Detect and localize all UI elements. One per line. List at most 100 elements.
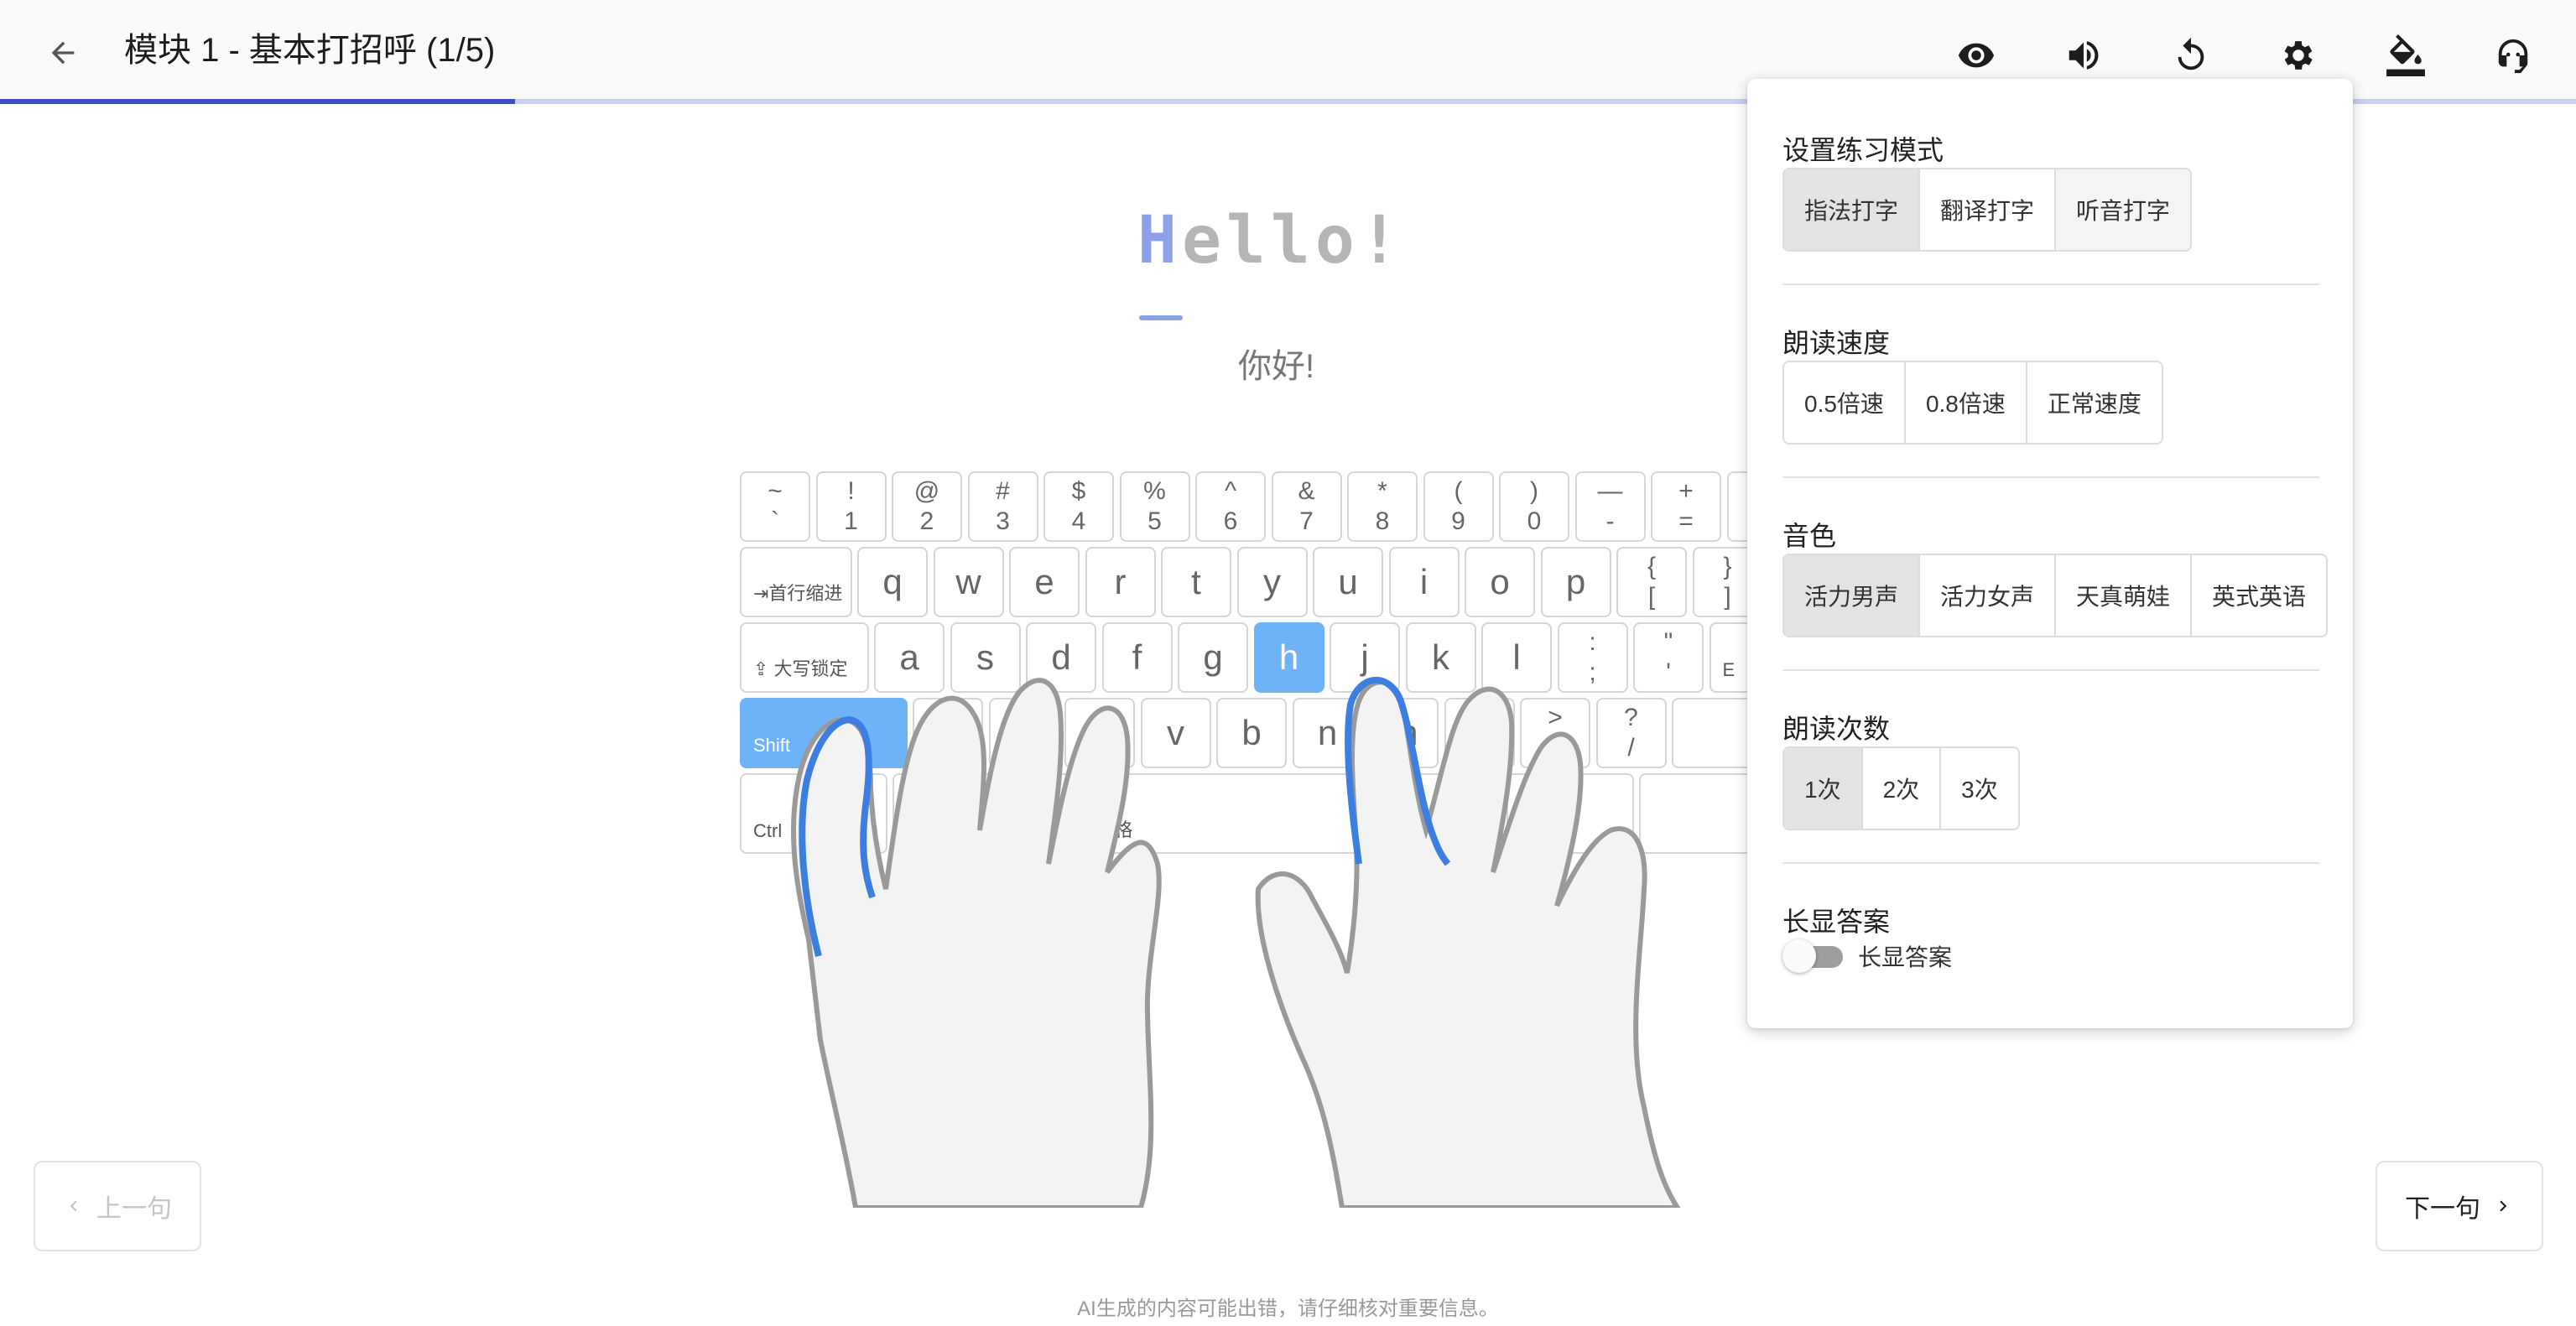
key: ) 0 xyxy=(1499,471,1569,542)
key: ^ 6 xyxy=(1195,471,1266,542)
key: #3 xyxy=(967,471,1038,542)
translation-text: 你好! xyxy=(1238,348,1315,385)
key: ~ ` xyxy=(740,471,810,542)
settings-panel: 设置练习模式 指法打字 翻译打字 听音打字 朗读速度 0.5倍速 0.8倍速 正常速度 … xyxy=(1747,79,2353,1028)
key-shift-symbol: # xyxy=(996,477,1010,505)
key-shift-symbol: @ xyxy=(913,477,940,505)
eye-icon xyxy=(1958,43,1995,68)
key: w xyxy=(933,547,1004,617)
settings-button[interactable] xyxy=(2275,32,2322,79)
divider xyxy=(1782,669,2319,671)
previous-sentence-button[interactable]: 上一句 xyxy=(34,1161,201,1251)
key-base-symbol: 5 xyxy=(1147,507,1162,535)
progress-fill xyxy=(0,99,516,104)
show-answer-toggle[interactable] xyxy=(1782,938,1845,973)
key-shift-symbol: * xyxy=(1377,477,1387,505)
key-shift-symbol: ! xyxy=(847,477,855,505)
repeat-count-title: 朗读次数 xyxy=(1782,714,1891,744)
reading-speed-group: 0.5倍速 0.8倍速 正常速度 xyxy=(1782,361,2163,445)
key: — - xyxy=(1574,471,1646,542)
divider xyxy=(1782,476,2319,478)
voice-title: 音色 xyxy=(1782,521,1837,551)
speed-option[interactable]: 0.5倍速 xyxy=(1784,362,1906,443)
divider xyxy=(1782,862,2319,864)
key: ! 1 xyxy=(815,471,887,542)
key: + = xyxy=(1651,471,1721,542)
key: p xyxy=(1540,547,1611,617)
sound-button[interactable] xyxy=(2060,32,2107,79)
target-word: Hello! xyxy=(1137,203,1404,278)
voice-option[interactable]: 英式英语 xyxy=(2192,555,2327,636)
mode-option[interactable]: 翻译打字 xyxy=(1920,169,2057,250)
key-shift-symbol: % xyxy=(1143,477,1166,505)
back-button[interactable] xyxy=(42,32,84,74)
key-shift-symbol: & xyxy=(1298,477,1315,505)
key-base-symbol: 2 xyxy=(919,507,934,535)
right-hand xyxy=(1255,676,1681,1208)
headset-icon xyxy=(2498,39,2528,74)
next-sentence-button[interactable]: 下一句 xyxy=(2376,1161,2543,1251)
volume-icon xyxy=(2069,41,2099,70)
toggle-knob xyxy=(1782,939,1816,973)
typing-caret xyxy=(1139,315,1183,320)
key-shift-symbol: ( xyxy=(1454,477,1463,505)
key-base-symbol: 4 xyxy=(1071,507,1086,535)
practice-mode-title: 设置练习模式 xyxy=(1782,135,1944,165)
key: (9 xyxy=(1423,471,1494,542)
key-base-symbol: ] xyxy=(1724,583,1731,611)
current-letter: H xyxy=(1137,203,1182,278)
key-base-symbol: = xyxy=(1678,507,1694,535)
key-shift-symbol: $ xyxy=(1071,477,1086,505)
voice-option[interactable]: 活力女声 xyxy=(1920,555,2057,636)
key: e xyxy=(1009,547,1080,617)
repeat-option[interactable]: 1次 xyxy=(1784,748,1863,829)
practice-mode-group: 指法打字 翻译打字 听音打字 xyxy=(1782,168,2193,252)
key-base-symbol: 1 xyxy=(844,507,858,535)
chevron-right-icon xyxy=(2500,1200,2507,1212)
key: y xyxy=(1236,547,1308,617)
replay-button[interactable] xyxy=(2167,32,2214,79)
right-hand-outline xyxy=(1255,679,1681,1208)
key: {[ xyxy=(1616,547,1687,617)
mode-option[interactable]: 听音打字 xyxy=(2056,169,2191,250)
key-base-symbol: 6 xyxy=(1223,507,1238,535)
ai-disclaimer: AI生成的内容可能出错，请仔细核对重要信息。 xyxy=(1077,1297,1499,1320)
key-shift-symbol: ~ xyxy=(768,477,783,505)
chevron-left-icon xyxy=(70,1200,77,1212)
key: & 7 xyxy=(1271,471,1342,542)
key: i xyxy=(1388,547,1460,617)
key-base-symbol: - xyxy=(1605,507,1615,535)
speed-option[interactable]: 正常速度 xyxy=(2027,362,2162,443)
show-answer-title: 长显答案 xyxy=(1782,907,1891,937)
show-answer-button[interactable] xyxy=(1953,32,2000,79)
key: u xyxy=(1313,547,1383,617)
speed-option[interactable]: 0.8倍速 xyxy=(1905,362,2027,443)
key-base-symbol: 8 xyxy=(1375,507,1390,535)
left-hand-outline xyxy=(790,678,1162,1208)
key-tab: ⇥首行缩进 xyxy=(740,547,852,617)
mode-option[interactable]: 指法打字 xyxy=(1784,169,1921,250)
voice-option[interactable]: 天真萌娃 xyxy=(2056,555,2193,636)
key: * 8 xyxy=(1347,471,1418,542)
key-shift-symbol: + xyxy=(1678,477,1694,505)
repeat-count-group: 1次 2次 3次 xyxy=(1782,746,2020,830)
key-shift-symbol: — xyxy=(1597,477,1623,505)
reading-speed-title: 朗读速度 xyxy=(1782,328,1891,358)
voice-option[interactable]: 活力男声 xyxy=(1784,555,1921,636)
previous-sentence-label: 上一句 xyxy=(96,1195,172,1223)
support-button[interactable] xyxy=(2490,32,2537,79)
key: @2 xyxy=(892,471,962,542)
key-shift-symbol: ) xyxy=(1530,477,1538,505)
repeat-option[interactable]: 3次 xyxy=(1941,748,2018,829)
key: % 5 xyxy=(1119,471,1190,542)
key: $4 xyxy=(1043,471,1114,542)
repeat-option[interactable]: 2次 xyxy=(1862,748,1942,829)
key-base-symbol: 7 xyxy=(1299,507,1314,535)
key-base-symbol: ` xyxy=(771,507,779,535)
key-base-symbol: [ xyxy=(1647,583,1656,611)
divider xyxy=(1782,283,2319,285)
theme-button[interactable] xyxy=(2382,32,2429,79)
key-base-symbol: 9 xyxy=(1451,507,1465,535)
gear-icon xyxy=(2284,41,2313,70)
next-sentence-label: 下一句 xyxy=(2405,1195,2480,1223)
